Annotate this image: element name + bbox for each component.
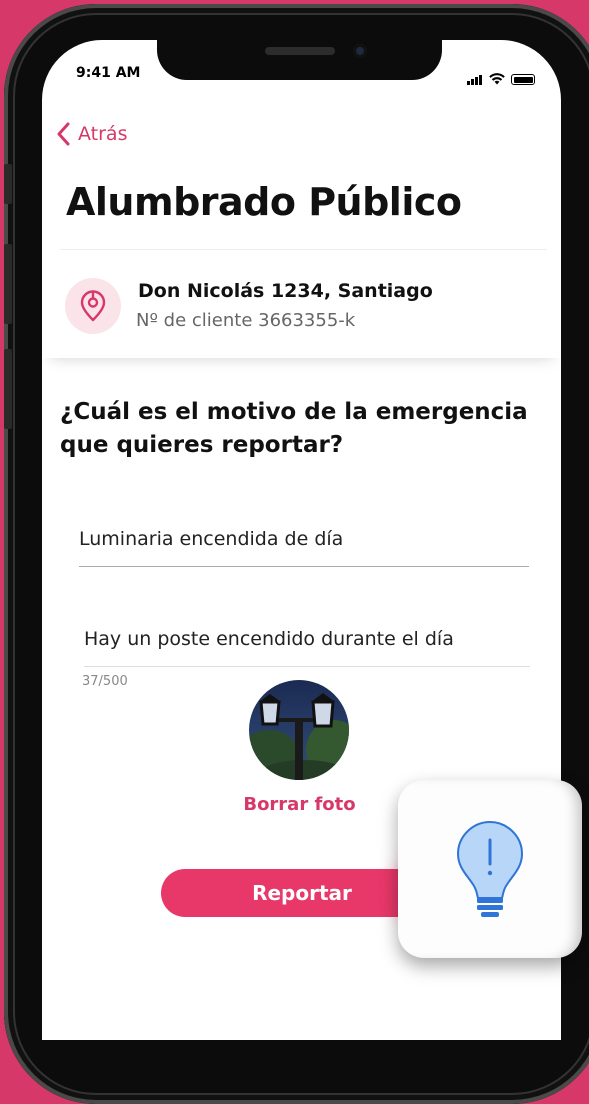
location-pin-icon bbox=[80, 290, 106, 322]
volume-up-button bbox=[4, 244, 12, 324]
header-divider bbox=[60, 249, 547, 250]
address-street: Don Nicolás 1234, Santiago bbox=[138, 280, 433, 302]
chevron-left-icon bbox=[57, 122, 70, 146]
street-lamp-photo bbox=[249, 680, 349, 780]
back-label: Atrás bbox=[78, 123, 128, 145]
volume-down-button bbox=[4, 349, 12, 429]
tip-card[interactable] bbox=[398, 780, 582, 958]
client-number: Nº de cliente 3663355-k bbox=[136, 310, 356, 331]
status-time: 9:41 AM bbox=[76, 65, 141, 81]
uploaded-photo bbox=[249, 680, 349, 780]
back-button[interactable]: Atrás bbox=[56, 122, 127, 146]
location-pin-badge bbox=[65, 278, 121, 334]
description-field[interactable]: Hay un poste encendido durante el día bbox=[84, 628, 530, 667]
cellular-signal-icon bbox=[467, 66, 483, 85]
delete-photo-button[interactable]: Borrar foto bbox=[242, 794, 357, 815]
lightbulb-exclamation-icon bbox=[456, 820, 524, 917]
battery-icon bbox=[511, 74, 535, 85]
emergency-question: ¿Cuál es el motivo de la emergencia que … bbox=[60, 399, 528, 458]
mute-switch bbox=[4, 164, 12, 204]
address-card[interactable]: Don Nicolás 1234, Santiago Nº de cliente… bbox=[42, 254, 561, 358]
reason-field[interactable]: Luminaria encendida de día bbox=[79, 528, 529, 567]
status-icons bbox=[467, 66, 535, 85]
report-button-label: Reportar bbox=[252, 881, 352, 905]
char-counter: 37/500 bbox=[82, 674, 128, 689]
wifi-icon bbox=[489, 73, 505, 85]
front-camera bbox=[353, 44, 367, 58]
page-title: Alumbrado Público bbox=[66, 180, 462, 224]
phone-notch bbox=[157, 40, 442, 80]
speaker-grille bbox=[265, 47, 335, 55]
